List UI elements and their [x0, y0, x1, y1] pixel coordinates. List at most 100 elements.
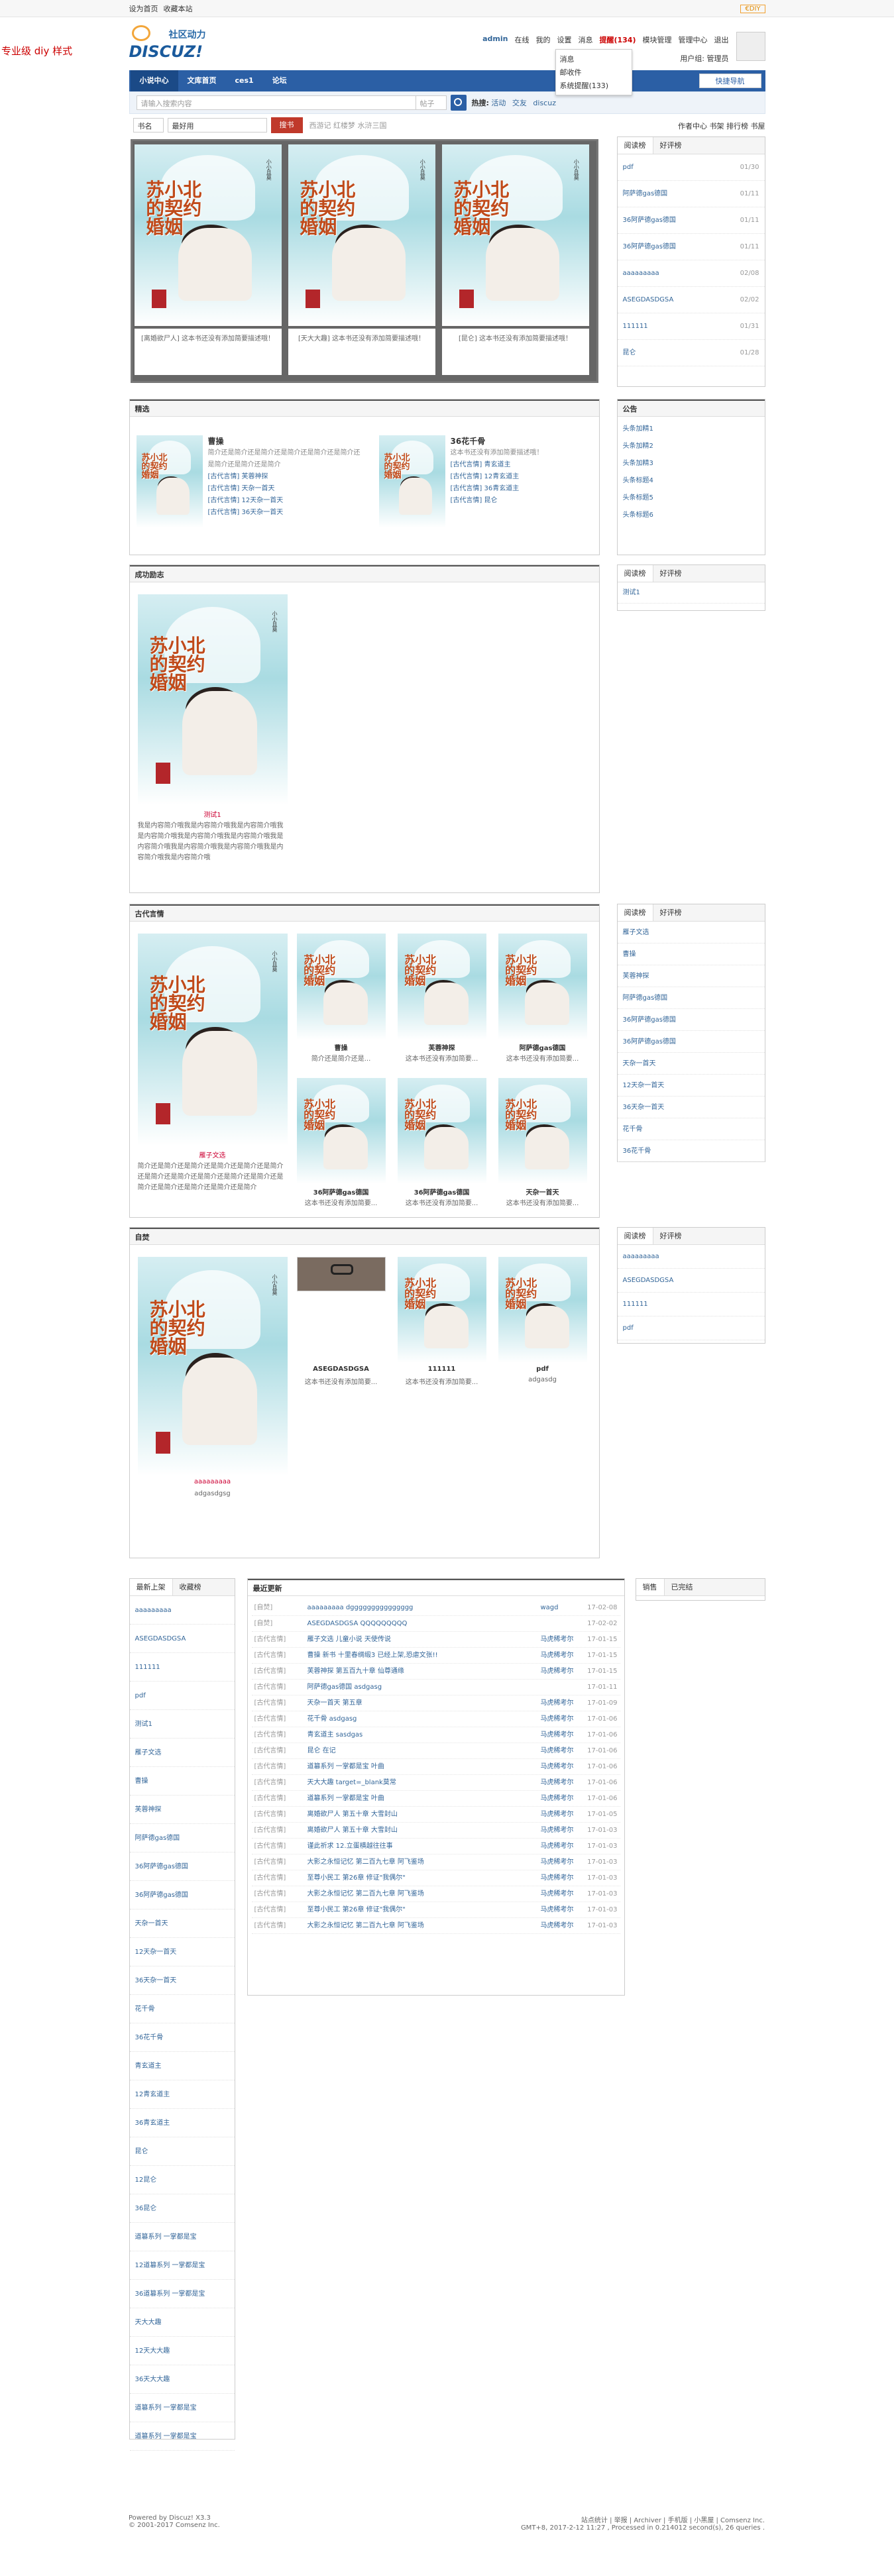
notice-item[interactable]: 头条标题6: [623, 507, 759, 524]
book-title[interactable]: 芙蓉神探: [398, 1042, 486, 1052]
book-cover[interactable]: 苏小北 的契约 婚姻: [498, 1257, 587, 1363]
book-title[interactable]: aaaaaaaaa: [138, 1478, 288, 1485]
book-link[interactable]: 12昆仑: [135, 2166, 157, 2194]
book-link[interactable]: 曹操: [135, 1767, 148, 1795]
rank-item[interactable]: 花千骨: [623, 1118, 643, 1140]
book-link[interactable]: 36道篡系列 一掌都是宝: [135, 2280, 205, 2308]
row-category[interactable]: [古代言情]: [254, 1839, 307, 1854]
book-link[interactable]: 111111: [135, 1653, 160, 1681]
book-cover[interactable]: 苏小北 的契约 婚姻: [136, 435, 203, 528]
notifications-link[interactable]: 提醒(134): [599, 34, 636, 45]
dropdown-item[interactable]: 系统提醒(133): [560, 79, 628, 92]
module-manage-link[interactable]: 模块管理: [643, 34, 672, 45]
row-category[interactable]: [古代言情]: [254, 1648, 307, 1663]
tab-sales[interactable]: 销售: [636, 1579, 665, 1595]
search-scope-select[interactable]: 帖子: [415, 96, 446, 109]
row-author[interactable]: 马虎稀考尔: [541, 1664, 582, 1679]
tab-reading[interactable]: 阅读榜: [617, 137, 653, 154]
rank-item[interactable]: 阿萨德gas德国: [623, 181, 668, 207]
row-author[interactable]: 马虎稀考尔: [541, 1775, 582, 1790]
book-link[interactable]: 道篡系列 一掌都是宝: [135, 2223, 197, 2251]
row-category[interactable]: [古代言情]: [254, 1680, 307, 1695]
slide-cover[interactable]: 苏小北 的契约 婚姻 小小且莫: [441, 144, 589, 326]
row-title[interactable]: 昆仑 在记: [307, 1743, 541, 1758]
row-author[interactable]: 马虎稀考尔: [541, 1743, 582, 1758]
search-button[interactable]: [450, 95, 467, 111]
row-title[interactable]: 天大大趣 target=_blank莫常: [307, 1775, 541, 1790]
book-cover[interactable]: 苏小北 的契约 婚姻: [397, 1078, 486, 1184]
row-title[interactable]: 花千骨 asdgasg: [307, 1711, 541, 1727]
row-author[interactable]: [541, 1680, 582, 1695]
author-links[interactable]: 作者中心 书架 排行榜 书屋: [678, 121, 765, 131]
row-category[interactable]: [古代言情]: [254, 1791, 307, 1806]
settings-link[interactable]: 设置: [557, 34, 571, 45]
book-link[interactable]: 36阿萨德gas德国: [135, 1881, 188, 1909]
tab-newest[interactable]: 最新上架: [129, 1579, 173, 1595]
my-menu[interactable]: 我的: [535, 34, 550, 45]
rank-item[interactable]: 36天杂一首天: [623, 1097, 665, 1118]
row-category[interactable]: [自焚]: [254, 1600, 307, 1615]
row-author[interactable]: 马虎稀考尔: [541, 1823, 582, 1838]
row-category[interactable]: [古代言情]: [254, 1854, 307, 1870]
admin-center-link[interactable]: 管理中心: [679, 34, 708, 45]
diy-badge[interactable]: €DIY: [740, 4, 765, 13]
row-title[interactable]: ASEGDASDGSA QQQQQQQQQ: [307, 1616, 541, 1631]
quick-nav-button[interactable]: 快捷导航: [698, 74, 761, 88]
row-title[interactable]: 至尊小民工 第26章 修证"我偶尔": [307, 1870, 541, 1886]
book-link[interactable]: pdf: [135, 1682, 146, 1709]
nav-item-forum[interactable]: 论坛: [263, 70, 296, 91]
book-link[interactable]: 花千骨: [135, 1995, 155, 2023]
rank-item[interactable]: 12天杂一首天: [623, 1075, 665, 1096]
book-search-button[interactable]: 搜书: [270, 117, 303, 133]
row-category[interactable]: [古代言情]: [254, 1695, 307, 1711]
book-line[interactable]: [古代言情] 12天杂一首天: [208, 495, 361, 507]
notice-item[interactable]: 头条标题4: [623, 472, 759, 490]
row-author[interactable]: 马虎稀考尔: [541, 1632, 582, 1647]
row-author[interactable]: 马虎稀考尔: [541, 1854, 582, 1870]
rank-item[interactable]: 36阿萨德gas德国: [623, 207, 676, 233]
row-title[interactable]: 谨此祈求 12.立蛋横越往往事: [307, 1839, 541, 1854]
dropdown-item[interactable]: 邮收件: [560, 66, 628, 79]
row-author[interactable]: [541, 1616, 582, 1631]
book-title[interactable]: 111111: [398, 1366, 486, 1373]
book-link[interactable]: 测试1: [135, 1710, 152, 1738]
row-title[interactable]: 至尊小民工 第26章 修证"我偶尔": [307, 1902, 541, 1917]
book-cover[interactable]: 苏小北 的契约 婚姻: [498, 934, 587, 1040]
row-category[interactable]: [古代言情]: [254, 1807, 307, 1822]
tab-favorites[interactable]: 收藏榜: [173, 1579, 208, 1595]
row-author[interactable]: 马虎稀考尔: [541, 1695, 582, 1711]
row-category[interactable]: [自焚]: [254, 1616, 307, 1631]
book-line[interactable]: [古代言情] 青玄道主: [451, 459, 596, 471]
user-group[interactable]: 用户组: 管理员: [680, 53, 728, 64]
notice-item[interactable]: 头条加精2: [623, 438, 759, 455]
book-cover[interactable]: 苏小北 的契约 婚姻: [498, 1078, 587, 1184]
slide-caption[interactable]: [天大大趣] 这本书还没有添加简要描述哦！: [288, 329, 435, 375]
tab-reading[interactable]: 阅读榜: [617, 565, 653, 582]
row-author[interactable]: 马虎稀考尔: [541, 1648, 582, 1663]
book-title[interactable]: 雁子文选: [138, 1150, 288, 1159]
hot-link[interactable]: 活动: [491, 99, 506, 107]
book-title[interactable]: ASEGDASDGSA: [297, 1366, 386, 1373]
book-link[interactable]: 青玄道主: [135, 2052, 162, 2080]
book-link[interactable]: 天大大趣: [135, 2308, 162, 2336]
row-category[interactable]: [古代言情]: [254, 1870, 307, 1886]
book-line[interactable]: [古代言情] 36青玄道主: [451, 483, 596, 495]
book-title[interactable]: 36花千骨: [451, 435, 596, 447]
book-link[interactable]: aaaaaaaaa: [135, 1596, 172, 1624]
hot-link[interactable]: 交友: [512, 99, 527, 107]
book-title[interactable]: 36阿萨德gas德国: [297, 1187, 386, 1197]
hot-link[interactable]: discuz: [533, 99, 556, 107]
book-link[interactable]: 36花千骨: [135, 2023, 164, 2051]
row-title[interactable]: 大影之永恒记忆 第二百九七章 阿飞鉴场: [307, 1918, 541, 1933]
row-category[interactable]: [古代言情]: [254, 1743, 307, 1758]
book-link[interactable]: 12天大大趣: [135, 2337, 170, 2365]
row-author[interactable]: 马虎稀考尔: [541, 1807, 582, 1822]
book-link[interactable]: 36天大大趣: [135, 2365, 170, 2393]
tab-rating[interactable]: 好评榜: [653, 904, 689, 921]
row-title[interactable]: 青玄道主 sasdgas: [307, 1727, 541, 1743]
book-link[interactable]: 12青玄道主: [135, 2080, 170, 2108]
rank-item[interactable]: 天杂一首天: [623, 1053, 656, 1074]
row-title[interactable]: 天杂一首天 第五章: [307, 1695, 541, 1711]
row-title[interactable]: aaaaaaaaa dggggggggggggggg: [307, 1600, 541, 1615]
avatar[interactable]: [736, 32, 765, 61]
